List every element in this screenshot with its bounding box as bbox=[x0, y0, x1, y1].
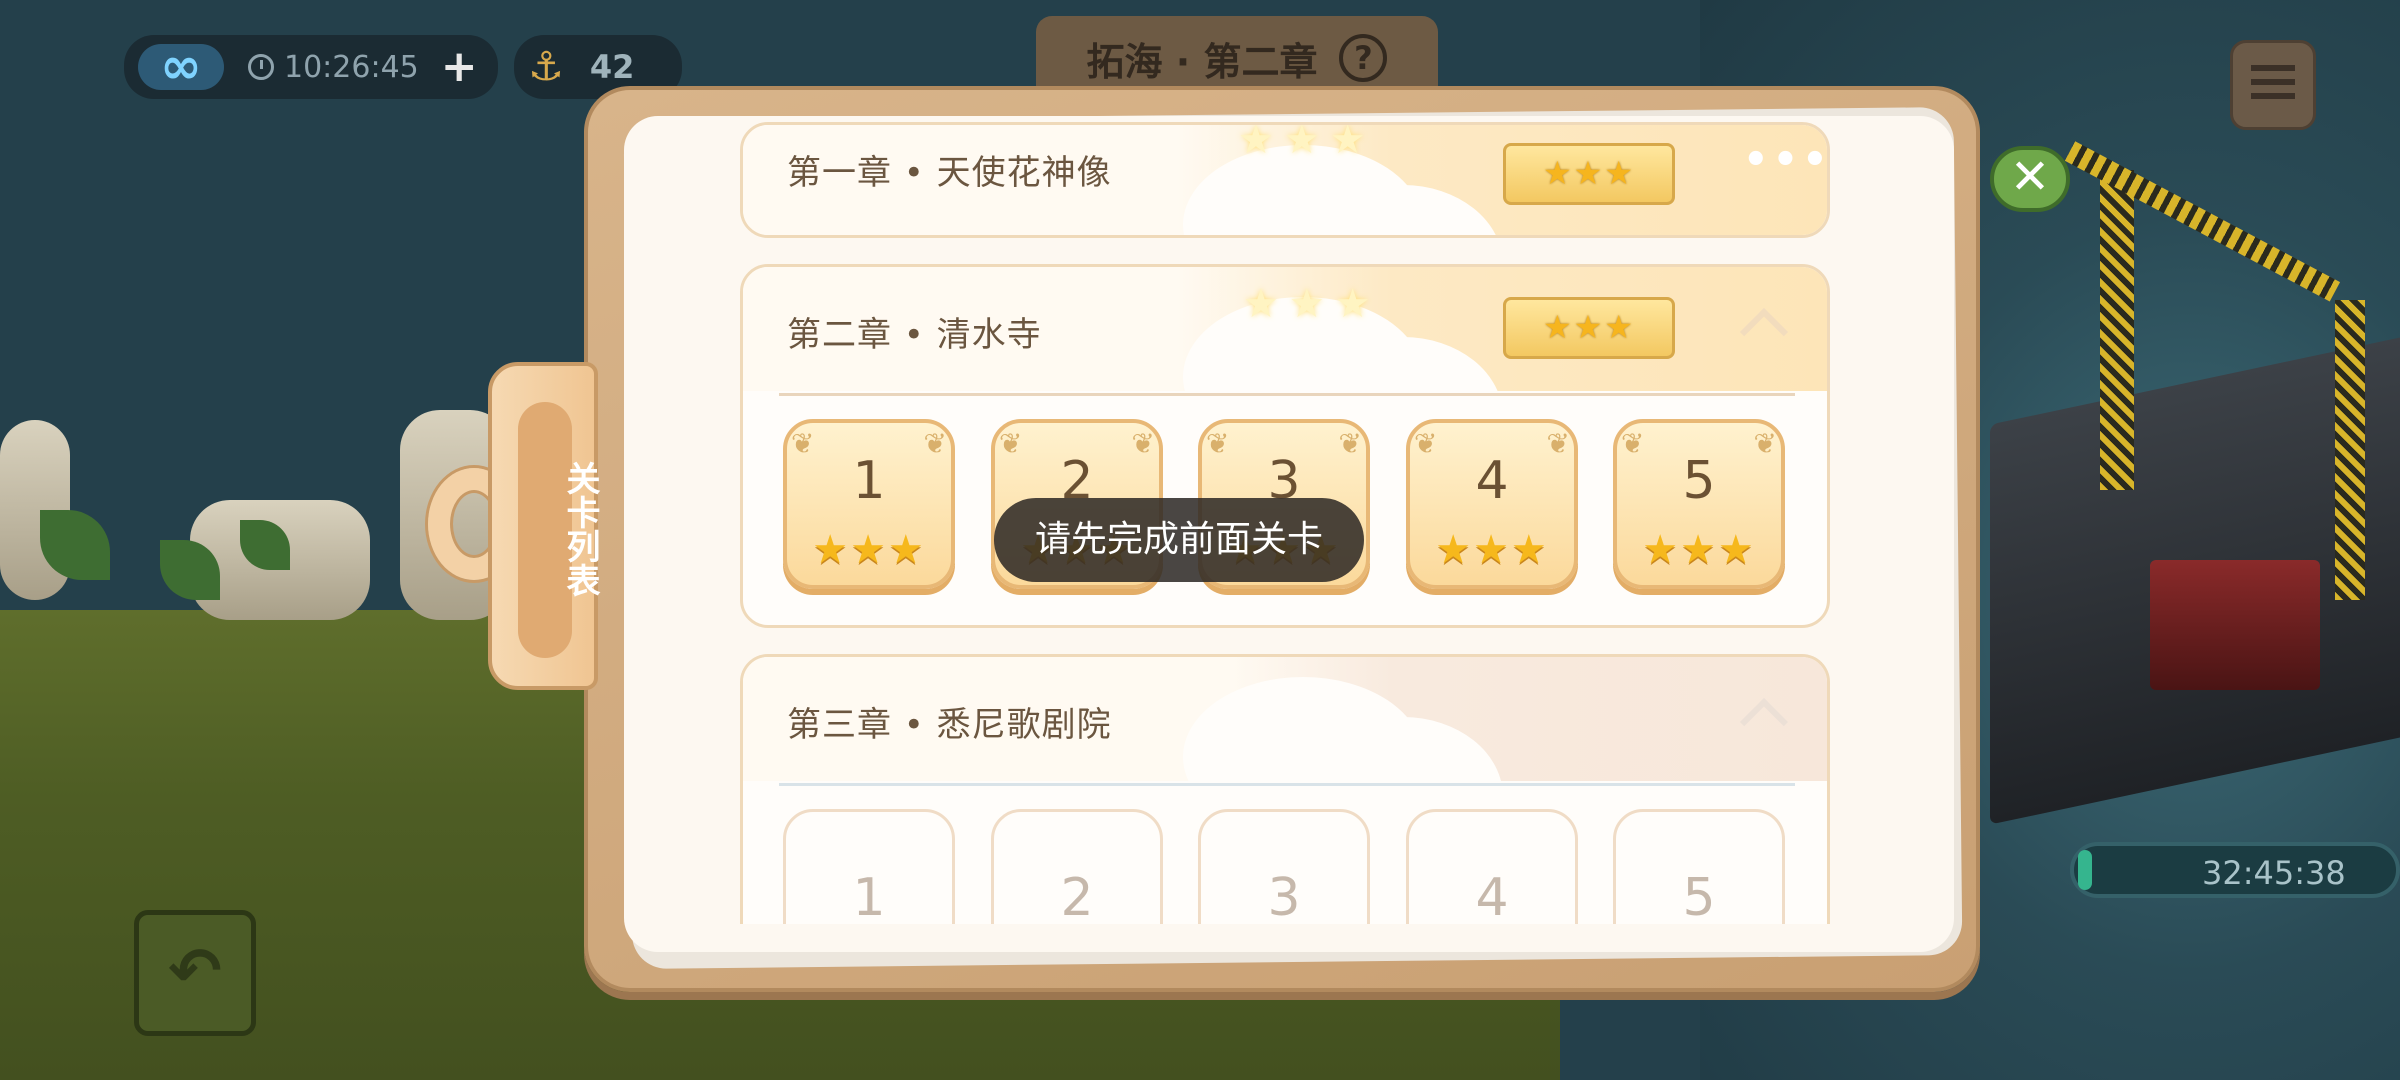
star-decoration: ★★★ bbox=[1243, 281, 1381, 327]
level-tile[interactable]: ❦ ❦ 4 ★★★ bbox=[1406, 419, 1578, 589]
crane bbox=[2335, 300, 2365, 600]
chapter-title: 第三章 • 悉尼歌剧院 bbox=[787, 705, 1112, 745]
level-tile[interactable]: 5 bbox=[1613, 809, 1785, 924]
level-tile[interactable]: 2 bbox=[991, 809, 1163, 924]
chapter-header: ★★★ 第一章 • 天使花神像 ★★★ ••• bbox=[743, 122, 1827, 235]
level-number: 2 bbox=[1060, 868, 1094, 924]
close-icon[interactable]: ✕ bbox=[1990, 146, 2070, 212]
chapter-card-3[interactable]: 第三章 • 悉尼歌剧院 1 2 3 4 5 bbox=[740, 654, 1830, 924]
energy-time: 10:26:45 bbox=[284, 49, 419, 85]
level-number: 5 bbox=[1682, 451, 1716, 511]
chapter-title: 拓海 · 第二章 bbox=[1086, 39, 1318, 84]
level-number: 1 bbox=[852, 868, 886, 924]
level-tile[interactable]: 4 bbox=[1406, 809, 1578, 924]
chapter-star-ribbon: ★★★ bbox=[1503, 143, 1675, 205]
level-tile[interactable]: 3 bbox=[1198, 809, 1370, 924]
anchor-count: 42 bbox=[589, 48, 635, 86]
clock-icon bbox=[248, 54, 274, 80]
level-tile[interactable]: ❦ ❦ 1 ★★★ bbox=[783, 419, 955, 589]
more-icon[interactable]: ••• bbox=[1743, 137, 1827, 183]
chapter-title: 第二章 • 清水寺 bbox=[787, 315, 1042, 355]
level-tile[interactable]: ❦ ❦ 5 ★★★ bbox=[1613, 419, 1785, 589]
level-number: 5 bbox=[1682, 868, 1716, 924]
chapter-header[interactable]: ★★★ 第二章 • 清水寺 ★★★ bbox=[743, 267, 1827, 497]
chapter-star-ribbon: ★★★ bbox=[1503, 297, 1675, 359]
star-icon: ★★★ bbox=[1435, 527, 1549, 573]
level-tile[interactable]: 1 bbox=[783, 809, 955, 924]
anchor-icon: ⚓ bbox=[528, 44, 564, 90]
star-icon: ★★★ bbox=[1642, 527, 1756, 573]
level-list-tab-label: 关卡列表 bbox=[560, 461, 600, 597]
star-decoration: ★★★ bbox=[1238, 122, 1376, 163]
level-number: 1 bbox=[852, 451, 886, 511]
calendar-icon[interactable] bbox=[2230, 40, 2316, 130]
level-number: 4 bbox=[1475, 451, 1509, 511]
chapter-card-1[interactable]: ★★★ 第一章 • 天使花神像 ★★★ ••• bbox=[740, 122, 1830, 238]
energy-timer-pill: ∞ 10:26:45 + bbox=[124, 35, 498, 99]
chapter-title: 第一章 • 天使花神像 bbox=[787, 153, 1112, 193]
toast-message: 请先完成前面关卡 bbox=[994, 498, 1364, 582]
help-icon[interactable]: ? bbox=[1339, 34, 1388, 82]
add-energy-button[interactable]: + bbox=[441, 45, 478, 89]
temple-building[interactable] bbox=[2150, 560, 2320, 690]
level-number: 4 bbox=[1475, 868, 1509, 924]
back-arrow-icon[interactable]: ↶ bbox=[134, 910, 256, 1036]
timer-progress-fill bbox=[2078, 850, 2092, 890]
crane bbox=[2100, 170, 2134, 490]
level-number: 3 bbox=[1267, 868, 1301, 924]
build-timer: 32:45:38 bbox=[2202, 854, 2346, 892]
chevron-up-icon[interactable] bbox=[1739, 697, 1789, 747]
chevron-up-icon[interactable] bbox=[1739, 307, 1789, 357]
divider bbox=[779, 393, 1795, 396]
divider bbox=[779, 783, 1795, 786]
build-timer-bar: 32:45:38 bbox=[2070, 842, 2400, 898]
chapter-header[interactable]: 第三章 • 悉尼歌剧院 bbox=[743, 657, 1827, 877]
star-icon: ★★★ bbox=[812, 527, 926, 573]
infinity-icon: ∞ bbox=[138, 41, 224, 91]
level-list-tab[interactable]: 关卡列表 bbox=[488, 362, 600, 690]
